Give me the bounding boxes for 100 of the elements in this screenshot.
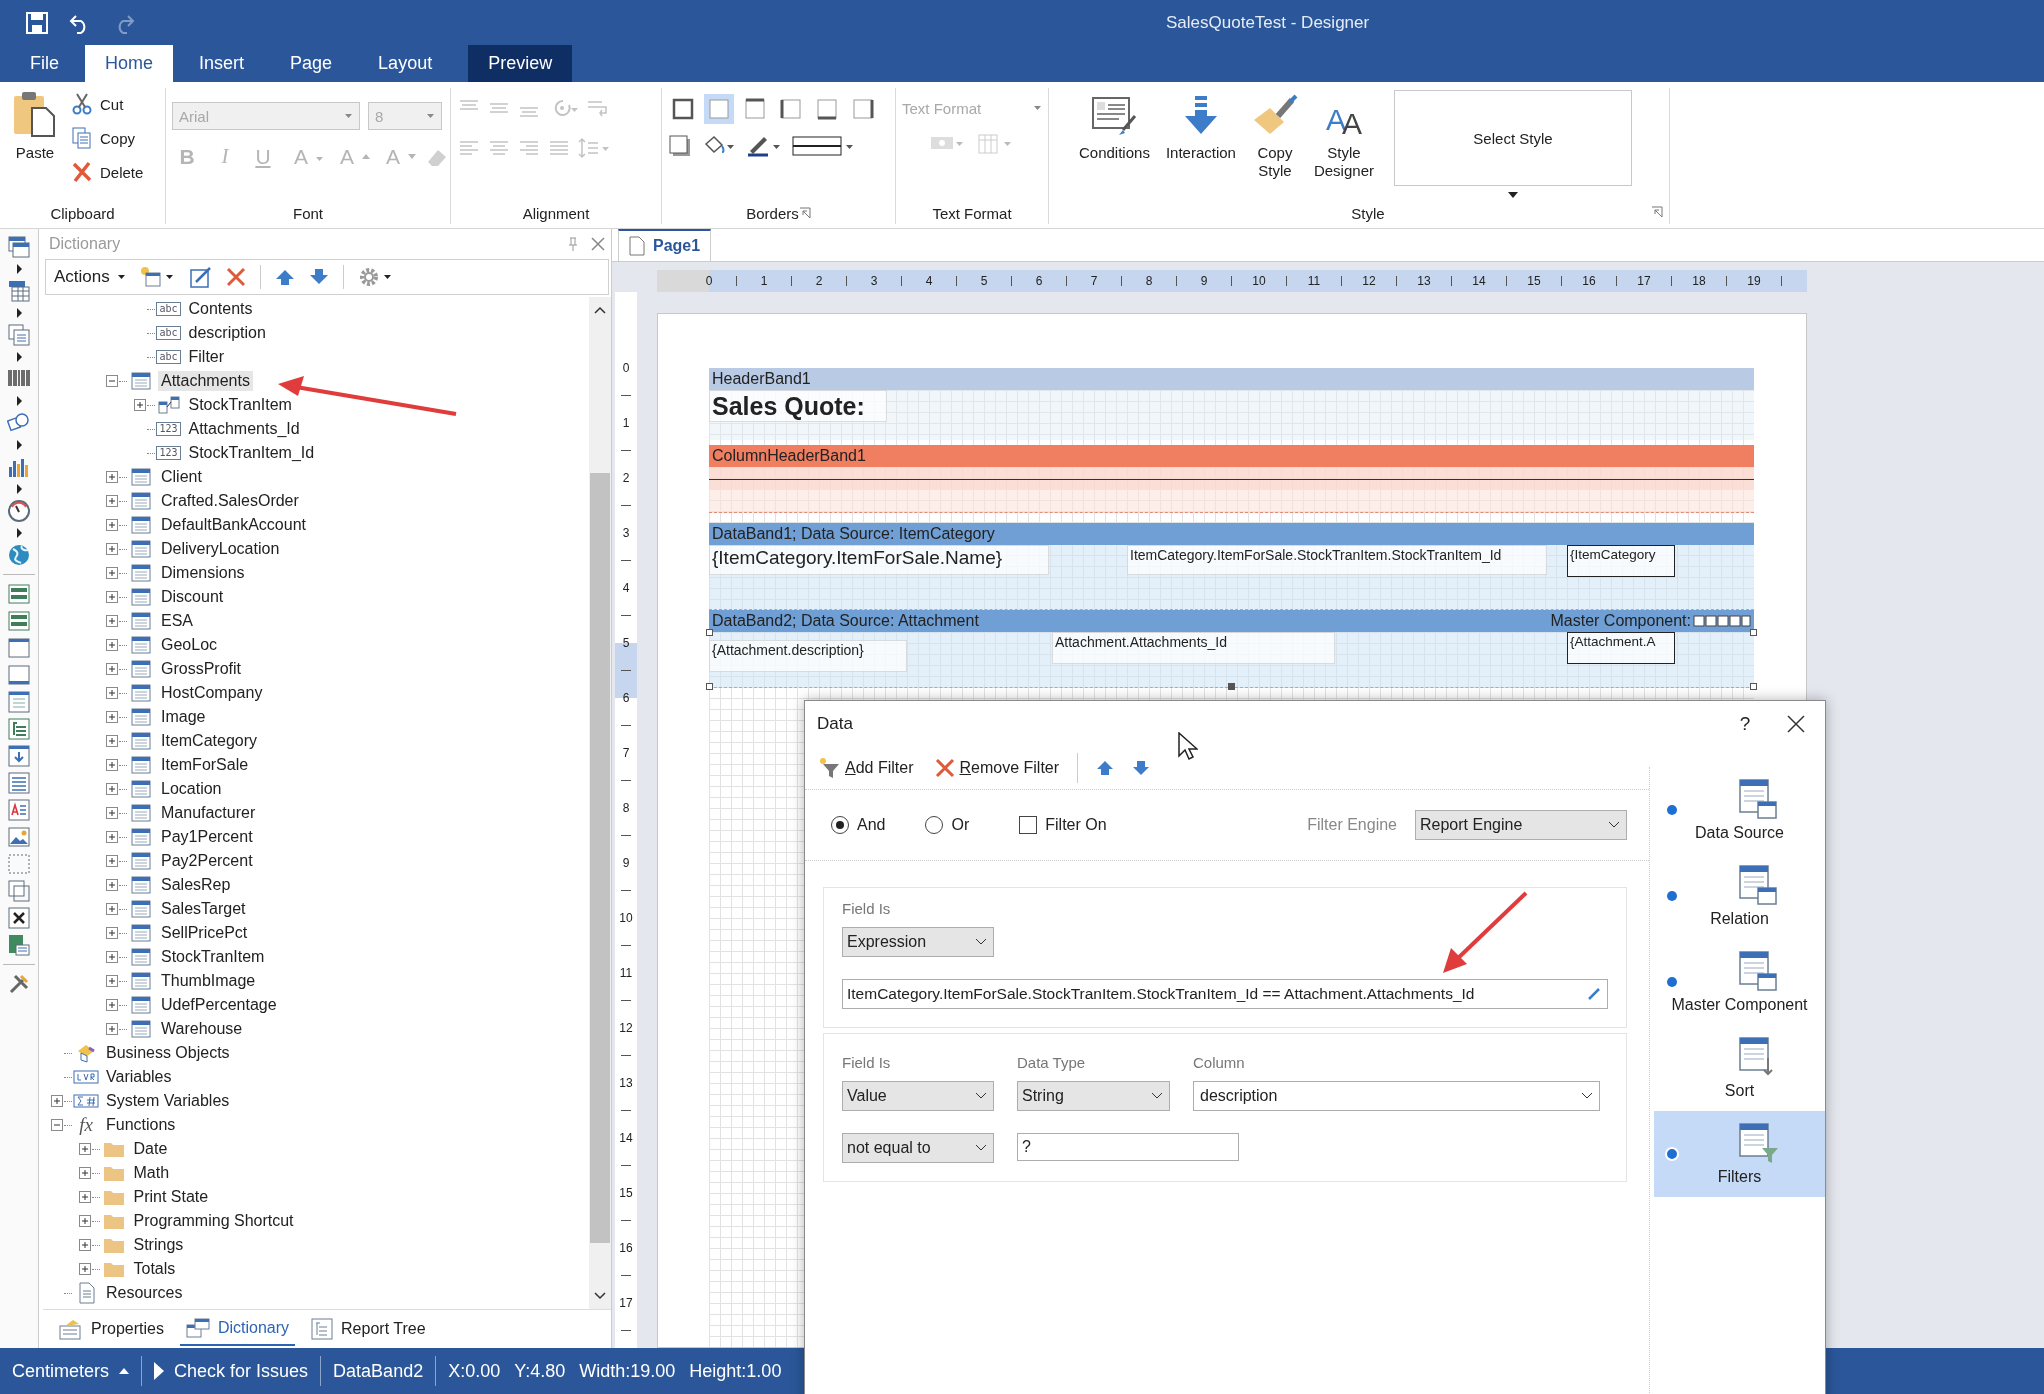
ribbon-button[interactable]: Copy Style bbox=[1245, 88, 1304, 202]
shadow-icon[interactable] bbox=[668, 134, 692, 158]
tree-item[interactable]: Math bbox=[130, 1163, 173, 1183]
band-header[interactable]: HeaderBand1 bbox=[709, 368, 1754, 390]
download-icon[interactable] bbox=[7, 744, 31, 768]
ribbon-tab[interactable]: Home bbox=[85, 45, 174, 82]
expand-arrow-icon[interactable] bbox=[16, 264, 22, 274]
tree-item[interactable]: Contents bbox=[185, 299, 256, 319]
rich-text-icon[interactable] bbox=[7, 798, 31, 822]
tree-item[interactable]: Variables bbox=[103, 1067, 175, 1087]
expand-icon[interactable] bbox=[106, 927, 118, 939]
data-type-dropdown[interactable]: String bbox=[1017, 1081, 1170, 1111]
move-down-icon[interactable] bbox=[1132, 760, 1151, 776]
tree-item[interactable]: Strings bbox=[130, 1235, 187, 1255]
band-icon[interactable] bbox=[7, 609, 31, 633]
table-icon[interactable] bbox=[7, 690, 31, 714]
new-item-icon[interactable] bbox=[139, 266, 176, 288]
ribbon-tab[interactable]: File bbox=[10, 45, 79, 82]
panel-icon[interactable] bbox=[7, 636, 31, 660]
tree-item[interactable]: ThumbImage bbox=[158, 971, 259, 991]
up-chevron-icon[interactable] bbox=[594, 306, 606, 314]
expand-icon[interactable] bbox=[106, 855, 118, 867]
tree-item[interactable]: ESA bbox=[158, 611, 196, 631]
window-icon[interactable] bbox=[7, 235, 31, 259]
collapse-icon[interactable] bbox=[106, 375, 118, 387]
paste-button[interactable]: Paste bbox=[6, 88, 64, 202]
tree-item[interactable]: Warehouse bbox=[158, 1019, 246, 1039]
expand-icon[interactable] bbox=[106, 951, 118, 963]
tree-item[interactable]: Resources bbox=[103, 1283, 186, 1303]
nav-item[interactable]: Sort bbox=[1654, 1025, 1825, 1111]
panel-tab[interactable]: Dictionary bbox=[179, 1312, 296, 1346]
ribbon-tab[interactable]: Page bbox=[270, 45, 353, 82]
tree-item[interactable]: Print State bbox=[130, 1187, 212, 1207]
help-button[interactable]: ? bbox=[1725, 713, 1765, 735]
up-caret-icon[interactable] bbox=[119, 1368, 130, 1374]
selection-handle[interactable] bbox=[1228, 683, 1235, 690]
ribbon-button[interactable]: Conditions bbox=[1073, 88, 1156, 202]
move-down-icon[interactable] bbox=[308, 268, 329, 286]
play-icon[interactable] bbox=[154, 1362, 165, 1380]
report-text-component[interactable]: {Attachment.description} bbox=[709, 640, 907, 672]
tree-item[interactable]: Location bbox=[158, 779, 225, 799]
document-brush-icon[interactable] bbox=[1091, 94, 1138, 138]
expand-icon[interactable] bbox=[106, 639, 118, 651]
tree-item[interactable]: Client bbox=[158, 467, 205, 487]
expand-icon[interactable] bbox=[106, 519, 118, 531]
list-icon[interactable] bbox=[7, 771, 31, 795]
expand-icon[interactable] bbox=[133, 399, 146, 411]
expand-icon[interactable] bbox=[106, 711, 118, 723]
expression-field[interactable]: ItemCategory.ItemForSale.StockTranItem.StockTranItem_Id == Attachment.Attachments_Id bbox=[842, 979, 1608, 1009]
expand-arrow-icon[interactable] bbox=[16, 440, 22, 450]
sheet-icon[interactable] bbox=[7, 933, 31, 957]
expand-icon[interactable] bbox=[106, 567, 118, 579]
dialog-launcher-icon[interactable] bbox=[798, 207, 811, 219]
column-dropdown[interactable]: description bbox=[1193, 1081, 1600, 1111]
tree-item[interactable]: Pay2Percent bbox=[158, 851, 256, 871]
ribbon-tab[interactable]: Insert bbox=[179, 45, 265, 82]
cross-icon[interactable] bbox=[7, 906, 31, 930]
expand-icon[interactable] bbox=[106, 471, 118, 483]
tree-item[interactable]: Date bbox=[130, 1139, 171, 1159]
radio-button[interactable]: And bbox=[831, 816, 886, 834]
tree-item[interactable]: Filter bbox=[185, 347, 228, 367]
panel-tab[interactable]: Properties bbox=[53, 1313, 170, 1345]
tree-item[interactable]: Business Objects bbox=[103, 1043, 233, 1063]
expand-arrow-icon[interactable] bbox=[16, 308, 22, 318]
tree-item[interactable]: Programming Shortcut bbox=[130, 1211, 297, 1231]
tree-item[interactable]: StockTranItem bbox=[185, 395, 295, 415]
report-text-component[interactable]: Attachment.Attachments_Id bbox=[1052, 632, 1335, 664]
field-type-dropdown[interactable]: Value bbox=[842, 1081, 994, 1111]
tools-icon[interactable] bbox=[7, 972, 31, 996]
caret-icon[interactable] bbox=[1507, 192, 1518, 198]
dialog-launcher-icon[interactable] bbox=[1651, 206, 1663, 218]
tree-item[interactable]: GeoLoc bbox=[158, 635, 221, 655]
tree-item[interactable]: StockTranItem bbox=[158, 947, 268, 967]
tree-item[interactable]: HostCompany bbox=[158, 683, 266, 703]
expand-icon[interactable] bbox=[51, 1095, 63, 1107]
band-header[interactable]: DataBand2; Data Source: Attachment Master Component: bbox=[709, 610, 1754, 632]
tree-item[interactable]: SalesTarget bbox=[158, 899, 249, 919]
gauge-icon[interactable] bbox=[7, 499, 31, 523]
expand-arrow-icon[interactable] bbox=[16, 484, 22, 494]
cut-button[interactable]: Cut bbox=[72, 90, 144, 118]
expand-icon[interactable] bbox=[106, 1023, 118, 1035]
ribbon-button[interactable]: Interaction bbox=[1159, 88, 1242, 202]
tree-item[interactable]: description bbox=[185, 323, 269, 343]
tree-item[interactable]: Image bbox=[158, 707, 209, 727]
expand-icon[interactable] bbox=[78, 1215, 91, 1227]
expand-icon[interactable] bbox=[106, 807, 118, 819]
expand-icon[interactable] bbox=[106, 903, 118, 915]
remove-filter-button[interactable]: Remove Filter bbox=[935, 758, 1060, 778]
expand-icon[interactable] bbox=[106, 591, 118, 603]
tree-item[interactable]: StockTranItem_Id bbox=[185, 443, 318, 463]
delete-icon[interactable] bbox=[225, 267, 246, 287]
expand-icon[interactable] bbox=[78, 1167, 91, 1179]
ribbon-tab[interactable]: Preview bbox=[468, 45, 573, 82]
expand-icon[interactable] bbox=[78, 1263, 91, 1275]
report-text-component[interactable]: {ItemCategory bbox=[1567, 545, 1675, 577]
expand-icon[interactable] bbox=[78, 1239, 91, 1251]
tree-item[interactable]: Functions bbox=[103, 1115, 179, 1135]
page-tab[interactable]: Page1 bbox=[618, 229, 712, 261]
tree-item[interactable]: System Variables bbox=[103, 1091, 233, 1111]
filter-engine-dropdown[interactable]: Report Engine bbox=[1415, 810, 1627, 840]
